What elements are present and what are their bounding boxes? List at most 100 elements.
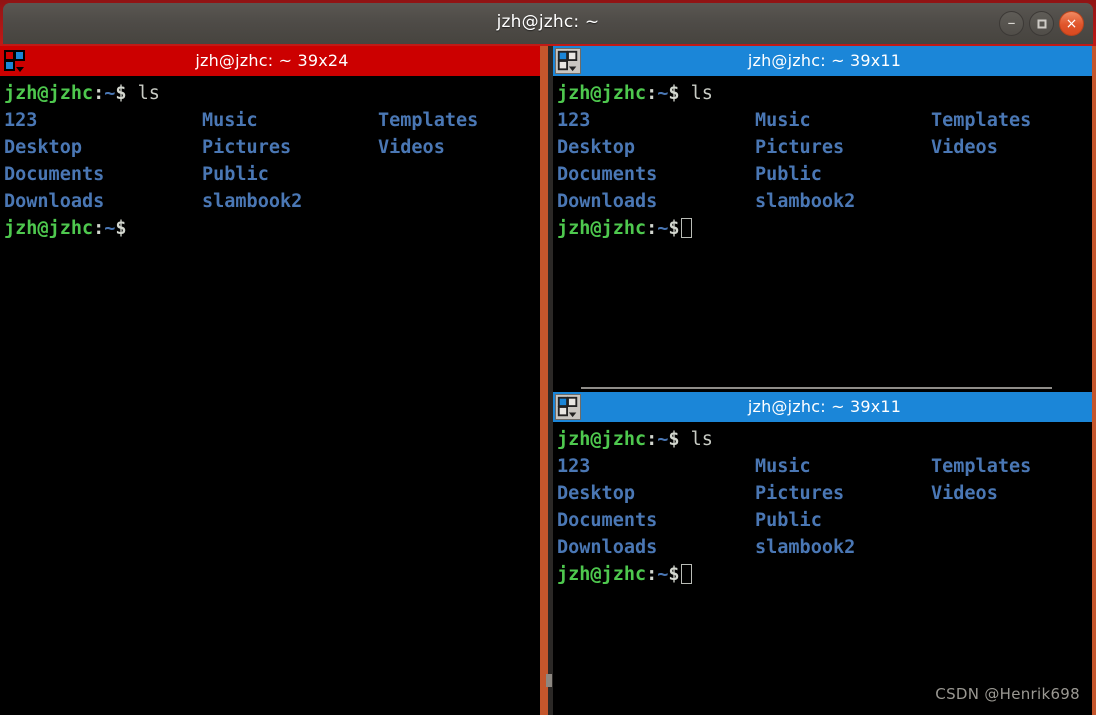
listing-row: Documents Public — [557, 507, 1092, 534]
listing-cell: Pictures — [202, 137, 292, 158]
prompt-colon: : — [646, 83, 658, 104]
prompt-userhost: jzh@jzhc — [4, 83, 94, 104]
listing-cell: Videos — [931, 137, 998, 158]
pane-bottom-right-header[interactable]: jzh@jzhc: ~ 39x11 — [553, 392, 1092, 422]
listing-cell: Public — [755, 164, 822, 185]
prompt-userhost: jzh@jzhc — [557, 83, 647, 104]
listing-row: Documents Public — [557, 161, 1092, 188]
pane-scrollbar-nub[interactable] — [546, 674, 552, 687]
minimize-icon: – — [1007, 12, 1016, 32]
prompt-sigil: $ — [115, 83, 127, 104]
listing-cell: Templates — [378, 110, 479, 131]
terminal-area: jzh@jzhc: ~ 39x24 jzh@jzhc:~$ ls 123 Musi… — [0, 46, 1096, 715]
terminator-window: jzh@jzhc: ~ – × jzh@jzhc: ~ 39x24 jzh@jz… — [0, 0, 1096, 715]
prompt-sigil: $ — [668, 429, 680, 450]
pane-top-right-header[interactable]: jzh@jzhc: ~ 39x11 — [553, 46, 1092, 76]
prompt-userhost: jzh@jzhc — [557, 218, 647, 239]
listing-row: Desktop Pictures Videos — [4, 134, 540, 161]
listing-cell: Public — [202, 164, 269, 185]
prompt-sigil: $ — [668, 83, 680, 104]
terminal-command: ls — [690, 83, 713, 104]
prompt-userhost: jzh@jzhc — [557, 564, 647, 585]
listing-cell: Downloads — [557, 191, 658, 212]
pane-top-right-title: jzh@jzhc: ~ 39x11 — [747, 51, 902, 70]
text-cursor — [680, 564, 692, 584]
prompt-colon: : — [646, 218, 658, 239]
split-pane-icon[interactable] — [2, 48, 28, 74]
divider-hairline — [581, 387, 1052, 389]
window-controls: – × — [999, 11, 1084, 36]
maximize-icon — [1037, 19, 1046, 28]
listing-cell: Music — [202, 110, 258, 131]
prompt-path: ~ — [104, 218, 116, 239]
listing-row: Downloads slambook2 — [557, 188, 1092, 215]
listing-cell: Downloads — [4, 191, 105, 212]
window-titlebar[interactable]: jzh@jzhc: ~ – × — [3, 3, 1093, 44]
listing-cell: Documents — [4, 164, 105, 185]
terminal-line: jzh@jzhc:~$ — [557, 561, 1092, 588]
listing-row: 123 Music Templates — [4, 107, 540, 134]
listing-cell: Desktop — [557, 137, 635, 158]
window-frame: jzh@jzhc: ~ – × jzh@jzhc: ~ 39x24 jzh@jz… — [0, 0, 1096, 715]
prompt-path: ~ — [657, 218, 669, 239]
listing-row: Desktop Pictures Videos — [557, 134, 1092, 161]
listing-row: Downloads slambook2 — [557, 534, 1092, 561]
pane-bottom-right-body[interactable]: jzh@jzhc:~$ ls 123 Music Templates Desktop… — [553, 422, 1092, 715]
listing-cell: Music — [755, 110, 811, 131]
terminal-command: ls — [690, 429, 713, 450]
listing-cell: 123 — [557, 110, 591, 131]
listing-cell: Videos — [931, 483, 998, 504]
terminal-line: jzh@jzhc:~$ — [4, 215, 540, 242]
close-icon: × — [1065, 15, 1078, 32]
window-right-border — [1092, 46, 1096, 715]
prompt-path: ~ — [657, 564, 669, 585]
close-button[interactable]: × — [1059, 11, 1084, 36]
listing-cell: Music — [755, 456, 811, 477]
listing-cell: Pictures — [755, 483, 845, 504]
listing-cell: Downloads — [557, 537, 658, 558]
prompt-path: ~ — [657, 83, 669, 104]
listing-cell: Documents — [557, 164, 658, 185]
listing-cell: Desktop — [557, 483, 635, 504]
prompt-sigil: $ — [115, 218, 127, 239]
listing-row: 123 Music Templates — [557, 107, 1092, 134]
terminal-line: jzh@jzhc:~$ ls — [557, 426, 1092, 453]
listing-row: Documents Public — [4, 161, 540, 188]
listing-cell: slambook2 — [202, 191, 303, 212]
prompt-path: ~ — [657, 429, 669, 450]
pane-top-right[interactable]: jzh@jzhc: ~ 39x11 jzh@jzhc:~$ ls 123 Musi… — [553, 46, 1092, 384]
listing-cell: Documents — [557, 510, 658, 531]
prompt-path: ~ — [104, 83, 116, 104]
prompt-sigil: $ — [668, 218, 680, 239]
watermark-text: CSDN @Henrik698 — [935, 685, 1080, 703]
listing-cell: 123 — [557, 456, 591, 477]
pane-bottom-right[interactable]: jzh@jzhc: ~ 39x11 jzh@jzhc:~$ ls 123 Musi… — [553, 392, 1092, 715]
prompt-colon: : — [646, 429, 658, 450]
terminal-line: jzh@jzhc:~$ — [557, 215, 1092, 242]
listing-cell: slambook2 — [755, 537, 856, 558]
listing-cell: 123 — [4, 110, 38, 131]
split-pane-icon[interactable] — [555, 394, 581, 420]
listing-cell: Desktop — [4, 137, 82, 158]
minimize-button[interactable]: – — [999, 11, 1024, 36]
prompt-sigil: $ — [668, 564, 680, 585]
listing-cell: Public — [755, 510, 822, 531]
vertical-split-handle[interactable] — [540, 46, 553, 715]
pane-left-body[interactable]: jzh@jzhc:~$ ls 123 Music Templates Desktop… — [0, 76, 540, 715]
listing-cell: Videos — [378, 137, 445, 158]
window-title: jzh@jzhc: ~ — [496, 12, 600, 32]
pane-top-right-body[interactable]: jzh@jzhc:~$ ls 123 Music Templates Desktop… — [553, 76, 1092, 384]
pane-left-header[interactable]: jzh@jzhc: ~ 39x24 — [0, 46, 540, 76]
prompt-colon: : — [93, 83, 105, 104]
prompt-colon: : — [646, 564, 658, 585]
pane-left[interactable]: jzh@jzhc: ~ 39x24 jzh@jzhc:~$ ls 123 Musi… — [0, 46, 540, 715]
split-pane-icon[interactable] — [555, 48, 581, 74]
maximize-button[interactable] — [1029, 11, 1054, 36]
listing-row: Desktop Pictures Videos — [557, 480, 1092, 507]
prompt-colon: : — [93, 218, 105, 239]
pane-bottom-right-title: jzh@jzhc: ~ 39x11 — [747, 397, 902, 416]
terminal-line: jzh@jzhc:~$ ls — [4, 80, 540, 107]
listing-cell: Pictures — [755, 137, 845, 158]
terminal-command: ls — [137, 83, 160, 104]
horizontal-split-handle[interactable] — [553, 384, 1092, 392]
